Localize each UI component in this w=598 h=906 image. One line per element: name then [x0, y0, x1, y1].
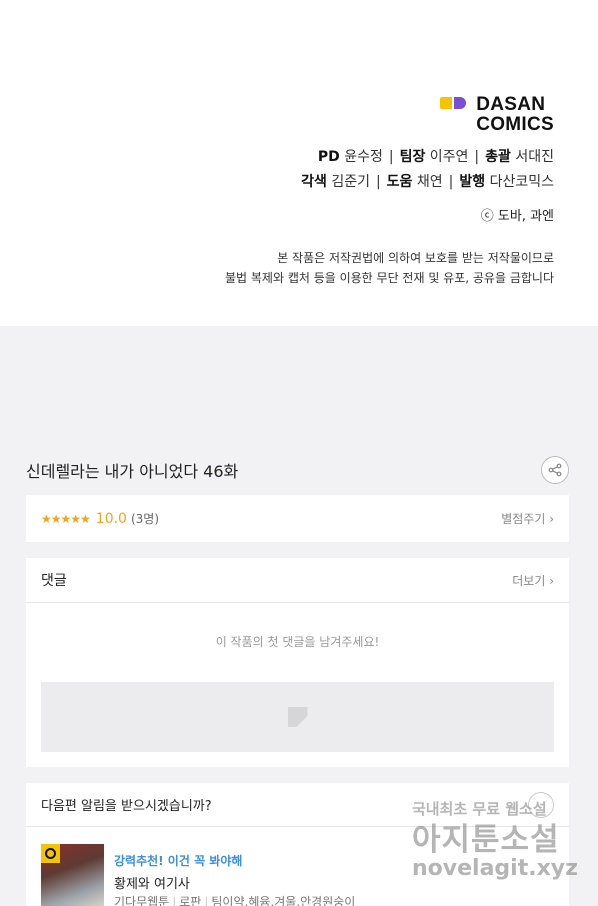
credit-role: 각색 [301, 174, 327, 190]
comments-empty-message: 이 작품의 첫 댓글을 남겨주세요! [215, 635, 380, 649]
comments-more-button[interactable]: 더보기 › [512, 572, 554, 589]
credit-name: 윤수정 [344, 149, 383, 165]
credit-separator: | [474, 149, 480, 165]
credit-name: 서대진 [515, 149, 554, 165]
share-icon [548, 463, 562, 477]
logo-line1: DASAN [476, 94, 546, 115]
rate-button[interactable]: 별점주기 › [501, 510, 554, 527]
credit-name: 이주연 [429, 149, 469, 165]
alert-toggle-button[interactable] [528, 791, 554, 818]
comment-placeholder-icon [287, 707, 308, 727]
credit-role: 총괄 [485, 149, 511, 165]
credit-role: PD [317, 149, 340, 165]
rating-stars-icon: ★★★★★ [41, 511, 91, 526]
meta-item: 로판 [179, 895, 202, 906]
rating-card: ★★★★★ 10.0 (3명) 별점주기 › [26, 495, 569, 542]
credit-separator: | [375, 174, 381, 190]
meta-item: 팀이약,혜윰,겨울,안경원숭이 [211, 895, 356, 906]
credits-section: DASAN COMICS PD 윤수정 | 팀장 이주연 | 총괄 서대진 각색 김준기… [0, 0, 598, 326]
comments-title: 댓글 [41, 573, 67, 589]
recommendation-thumbnail[interactable] [41, 844, 104, 906]
copyright-text: ⓒ 도바, 과엔 [480, 209, 554, 224]
notice-line: 본 작품은 저작권법에 의하여 보호를 받는 저작물이므로 [277, 251, 554, 265]
recommendation-meta: 기다무웹툰 | 로판 | 팀이약,혜윰,겨울,안경원숭이 [114, 893, 355, 906]
meta-item: 기다무웹툰 [114, 895, 170, 906]
comments-card: 댓글 더보기 › 이 작품의 첫 댓글을 남겨주세요! [26, 558, 569, 767]
credit-name: 다산코믹스 [489, 174, 554, 190]
comments-header: 댓글 더보기 › [26, 558, 569, 603]
logo-mark-icon [440, 97, 467, 109]
next-alert-title: 다음편 알림을 받으시겠습니까? [41, 799, 212, 814]
credit-role: 발행 [459, 174, 486, 190]
share-button[interactable] [541, 456, 569, 484]
recommendation-title[interactable]: 황제와 여기사 [114, 873, 190, 892]
credit-name: 김준기 [331, 174, 370, 190]
credits-line-1: PD 윤수정 | 팀장 이주연 | 총괄 서대진 [318, 146, 554, 166]
notice-line: 불법 복제와 캡처 등을 이용한 무단 전재 및 유포, 공유을 금합니다 [224, 271, 554, 285]
comment-input-area[interactable] [41, 682, 554, 752]
recommendation-tag: 강력추천! 이건 꼭 봐야해 [114, 854, 243, 868]
credit-role: 도움 [386, 174, 413, 190]
rating-score: 10.0 [95, 510, 127, 527]
copyright-notice: 본 작품은 저작권법에 의하여 보호를 받는 저작물이므로 불법 복제와 캡처 … [225, 248, 554, 288]
dasan-comics-logo: DASAN COMICS [440, 95, 554, 135]
credits-line-2: 각색 김준기 | 도움 채연 | 발행 다산코믹스 [301, 171, 554, 191]
next-episode-alert-card: 다음편 알림을 받으시겠습니까? 강력추천! 이건 꼭 봐야해 황제와 여기사 … [26, 783, 569, 906]
credit-separator: | [388, 149, 394, 165]
credit-separator: | [448, 174, 454, 190]
episode-title: 신데렐라는 내가 아니었다 46화 [26, 462, 239, 481]
credit-name: 채연 [416, 174, 443, 190]
wait-free-clock-icon [41, 844, 60, 863]
logo-line2: COMICS [476, 114, 554, 135]
rating-count: (3명) [130, 512, 160, 526]
credit-role: 팀장 [399, 149, 426, 165]
next-alert-header: 다음편 알림을 받으시겠습니까? [26, 783, 569, 827]
